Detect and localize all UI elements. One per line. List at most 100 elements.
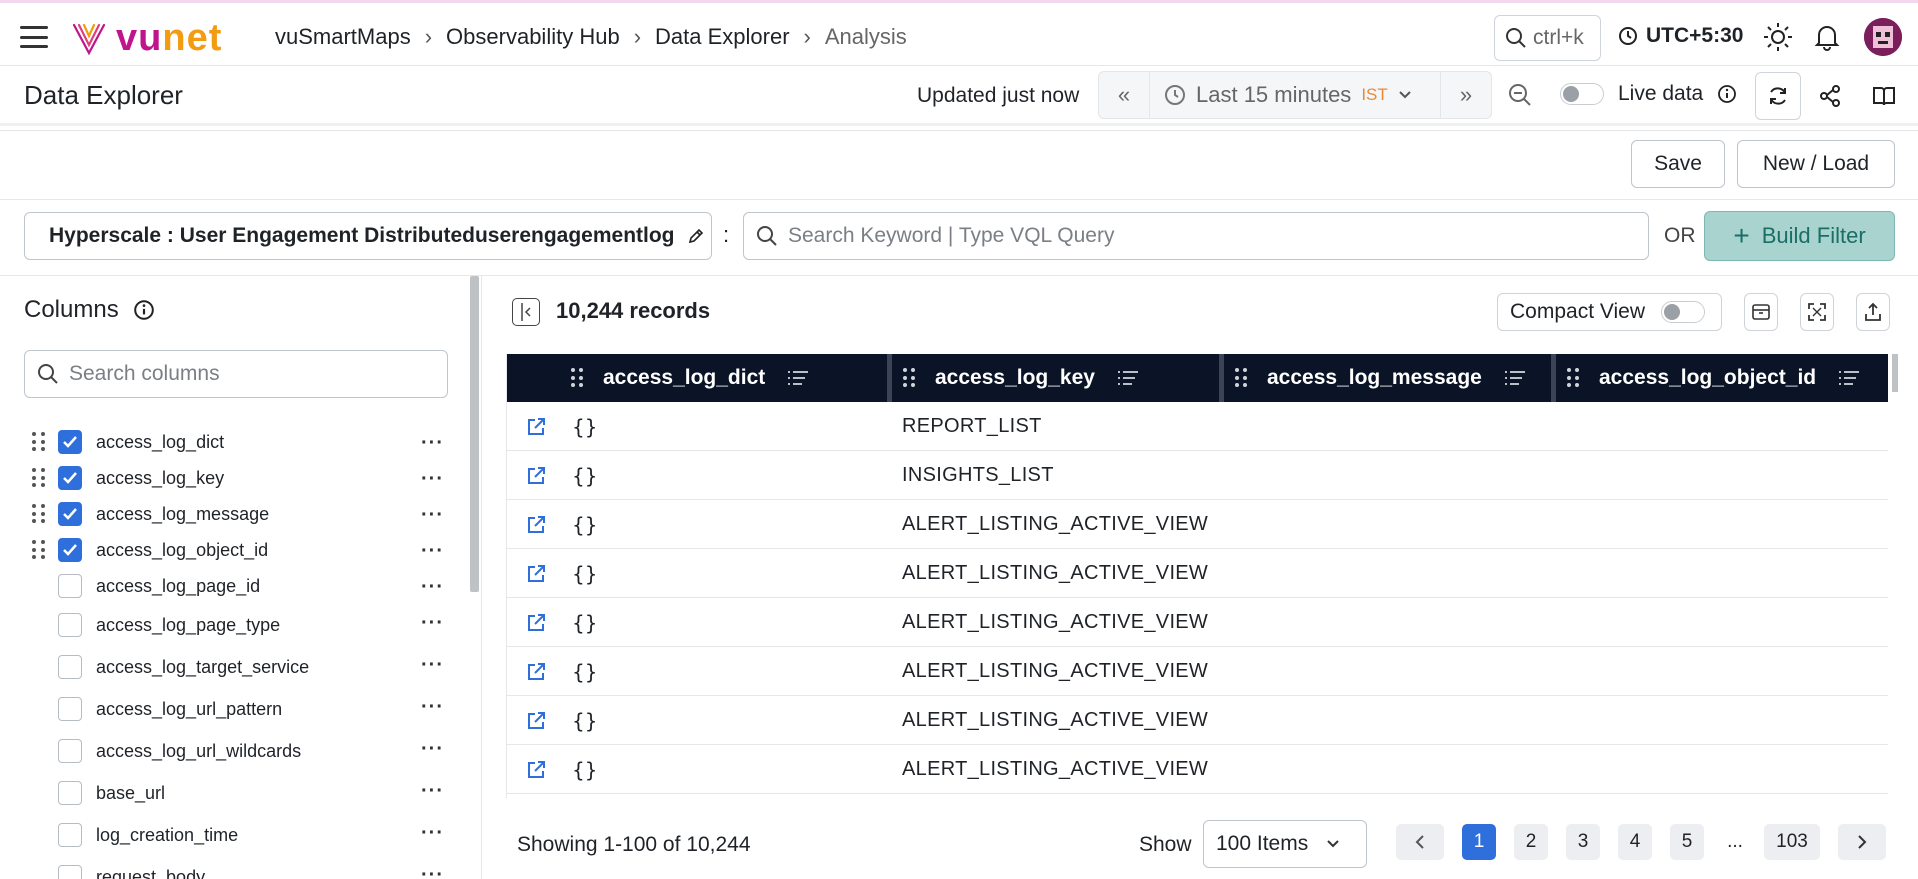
breadcrumb-data-explorer[interactable]: Data Explorer: [655, 24, 790, 50]
column-checkbox[interactable]: [58, 781, 82, 805]
refresh-button[interactable]: [1755, 72, 1801, 120]
list-item[interactable]: log_creation_time ···: [24, 814, 454, 856]
menu-icon[interactable]: [20, 26, 48, 48]
column-menu-icon[interactable]: [787, 369, 809, 387]
sun-icon[interactable]: [1762, 21, 1794, 53]
drag-handle-icon[interactable]: [32, 540, 46, 560]
table-row[interactable]: {} ALERT_LISTING_ACTIVE_VIEW: [507, 745, 1888, 794]
list-item[interactable]: access_log_dict ···: [24, 424, 454, 460]
new-load-button[interactable]: New / Load: [1737, 140, 1895, 188]
drag-handle-icon[interactable]: [1567, 368, 1579, 388]
open-link-icon[interactable]: [525, 563, 547, 585]
archive-button[interactable]: [1744, 293, 1778, 331]
page-button-3[interactable]: 3: [1566, 824, 1600, 860]
page-button-1[interactable]: 1: [1462, 824, 1496, 860]
column-checkbox[interactable]: [58, 574, 82, 598]
table-row[interactable]: {} INSIGHTS_LIST: [507, 451, 1888, 500]
sidebar-scrollbar[interactable]: [470, 276, 479, 592]
more-options-icon[interactable]: ···: [421, 504, 444, 527]
page-button-2[interactable]: 2: [1514, 824, 1548, 860]
more-options-icon[interactable]: ···: [421, 612, 444, 635]
list-item[interactable]: access_log_target_service ···: [24, 646, 454, 688]
list-item[interactable]: access_log_key ···: [24, 460, 454, 496]
save-button[interactable]: Save: [1631, 140, 1725, 188]
table-row[interactable]: {} ALERT_LISTING_ACTIVE_VIEW: [507, 549, 1888, 598]
time-forward-button[interactable]: »: [1441, 72, 1491, 118]
column-checkbox[interactable]: [58, 697, 82, 721]
fullscreen-button[interactable]: [1800, 293, 1834, 331]
data-source-selector[interactable]: Hyperscale : User Engagement Distributed…: [24, 212, 712, 260]
list-item[interactable]: access_log_url_pattern ···: [24, 688, 454, 730]
table-scrollbar[interactable]: [1892, 354, 1898, 392]
query-input[interactable]: Search Keyword | Type VQL Query: [743, 212, 1649, 260]
time-back-button[interactable]: «: [1099, 72, 1149, 118]
column-checkbox[interactable]: [58, 739, 82, 763]
column-checkbox[interactable]: [58, 823, 82, 847]
open-link-icon[interactable]: [525, 612, 547, 634]
more-options-icon[interactable]: ···: [421, 864, 444, 879]
timezone-selector[interactable]: UTC+5:30: [1618, 24, 1743, 48]
live-data-toggle[interactable]: [1560, 83, 1604, 105]
table-row[interactable]: {} ALERT_LISTING_ACTIVE_VIEW: [507, 696, 1888, 745]
column-checkbox[interactable]: [58, 865, 82, 879]
page-button-5[interactable]: 5: [1670, 824, 1704, 860]
column-checkbox[interactable]: [58, 538, 82, 562]
header-access-log-dict[interactable]: access_log_dict: [571, 354, 809, 402]
pencil-icon[interactable]: [687, 227, 705, 245]
collapse-sidebar-icon[interactable]: [512, 298, 540, 326]
drag-handle-icon[interactable]: [32, 504, 46, 524]
zoom-out-button[interactable]: [1498, 73, 1542, 117]
more-options-icon[interactable]: ···: [421, 432, 444, 455]
more-options-icon[interactable]: ···: [421, 822, 444, 845]
breadcrumb-vusmartmaps[interactable]: vuSmartMaps: [275, 24, 411, 50]
prev-page-button[interactable]: [1396, 824, 1444, 860]
open-link-icon[interactable]: [525, 514, 547, 536]
column-resizer[interactable]: [1551, 354, 1556, 402]
drag-handle-icon[interactable]: [903, 368, 915, 388]
list-item[interactable]: access_log_url_wildcards ···: [24, 730, 454, 772]
column-menu-icon[interactable]: [1117, 369, 1139, 387]
docs-button[interactable]: [1862, 74, 1906, 118]
column-checkbox[interactable]: [58, 613, 82, 637]
column-checkbox[interactable]: [58, 430, 82, 454]
column-checkbox[interactable]: [58, 655, 82, 679]
compact-view-toggle[interactable]: [1661, 301, 1706, 323]
avatar[interactable]: [1864, 18, 1902, 56]
header-access-log-object-id[interactable]: access_log_object_id: [1567, 354, 1860, 402]
more-options-icon[interactable]: ···: [421, 696, 444, 719]
drag-handle-icon[interactable]: [571, 368, 583, 388]
header-access-log-message[interactable]: access_log_message: [1235, 354, 1526, 402]
share-button[interactable]: [1808, 74, 1852, 118]
column-resizer[interactable]: [1219, 354, 1224, 402]
export-button[interactable]: [1856, 293, 1890, 331]
breadcrumb-observability-hub[interactable]: Observability Hub: [446, 24, 620, 50]
table-row[interactable]: {} ALERT_LISTING_ACTIVE_VIEW: [507, 598, 1888, 647]
open-link-icon[interactable]: [525, 416, 547, 438]
bell-icon[interactable]: [1811, 21, 1843, 53]
list-item[interactable]: request_body ···: [24, 856, 454, 879]
list-item[interactable]: access_log_page_type ···: [24, 604, 454, 646]
vunet-logo[interactable]: vunet: [72, 17, 222, 60]
drag-handle-icon[interactable]: [1235, 368, 1247, 388]
column-checkbox[interactable]: [58, 502, 82, 526]
page-button-last[interactable]: 103: [1764, 824, 1820, 860]
time-range-selector[interactable]: Last 15 minutes IST: [1149, 72, 1441, 118]
table-row[interactable]: {} ALERT_LISTING_ACTIVE_VIEW: [507, 647, 1888, 696]
list-item[interactable]: access_log_page_id ···: [24, 568, 454, 604]
info-icon[interactable]: [1717, 84, 1737, 104]
build-filter-button[interactable]: + Build Filter: [1704, 211, 1895, 261]
open-link-icon[interactable]: [525, 465, 547, 487]
list-item[interactable]: base_url ···: [24, 772, 454, 814]
header-access-log-key[interactable]: access_log_key: [903, 354, 1139, 402]
global-search-button[interactable]: ctrl+k: [1494, 15, 1601, 61]
next-page-button[interactable]: [1838, 824, 1886, 860]
page-button-4[interactable]: 4: [1618, 824, 1652, 860]
more-options-icon[interactable]: ···: [421, 654, 444, 677]
table-row[interactable]: {} REPORT_LIST: [507, 402, 1888, 451]
open-link-icon[interactable]: [525, 661, 547, 683]
list-item[interactable]: access_log_message ···: [24, 496, 454, 532]
open-link-icon[interactable]: [525, 710, 547, 732]
more-options-icon[interactable]: ···: [421, 468, 444, 491]
column-menu-icon[interactable]: [1504, 369, 1526, 387]
list-item[interactable]: access_log_object_id ···: [24, 532, 454, 568]
